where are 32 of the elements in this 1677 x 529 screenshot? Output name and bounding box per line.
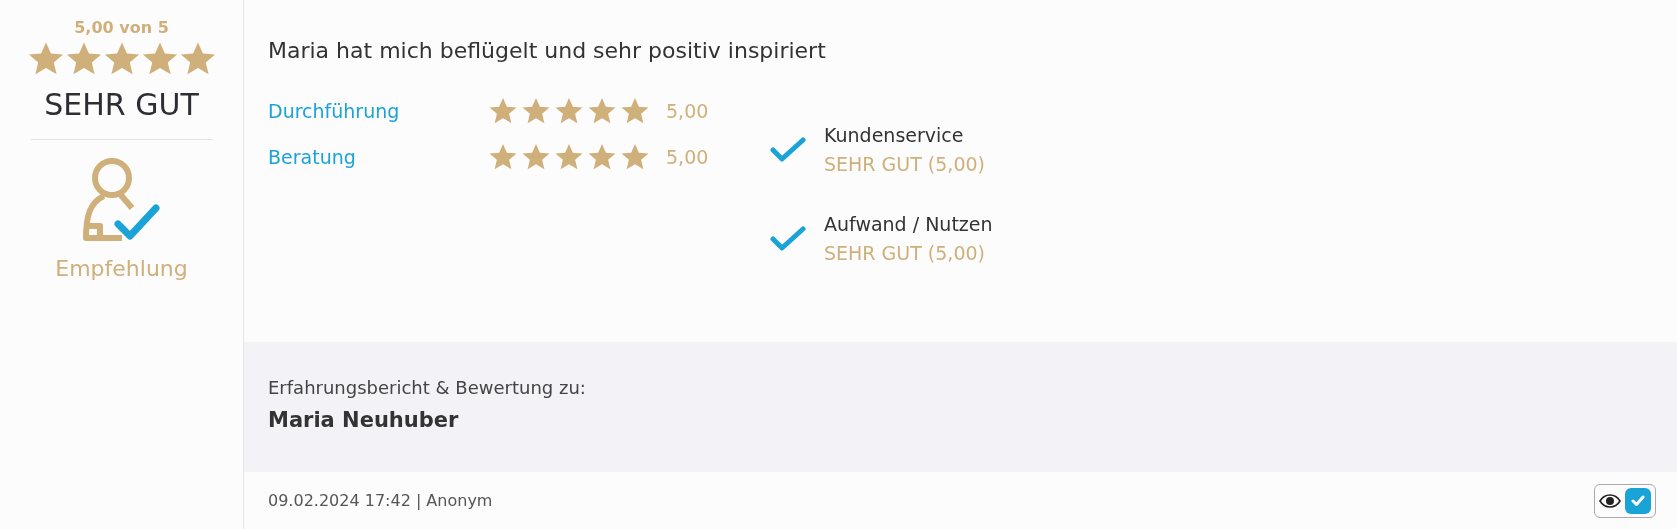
subject-caption: Erfahrungsbericht & Bewertung zu:	[268, 376, 587, 400]
check-icon	[770, 135, 806, 164]
star-icon	[488, 96, 518, 126]
verdict-text: SEHR GUT	[44, 86, 199, 124]
star-icon	[521, 96, 551, 126]
subject-name: Maria Neuhuber	[268, 407, 460, 434]
eye-icon	[1599, 493, 1621, 508]
criterion-label: Durchführung	[268, 98, 401, 124]
visibility-control[interactable]	[1594, 483, 1656, 518]
star-icon	[554, 96, 584, 126]
review-meta: 09.02.2024 17:42 | Anonym	[268, 489, 493, 512]
criterion-score: 5,00	[666, 98, 709, 124]
recommendation-icon	[81, 156, 162, 244]
star-icon	[488, 142, 518, 172]
star-icon	[620, 96, 650, 126]
aspect-label: Aufwand / Nutzen	[824, 212, 993, 237]
check-icon	[1631, 494, 1645, 507]
aspect-verdict: SEHR GUT (5,00)	[824, 240, 986, 266]
review-title: Maria hat mich beflügelt und sehr positiv inspiriert	[268, 37, 827, 65]
aspect-label: Kundenservice	[824, 123, 965, 148]
star-icon	[587, 142, 617, 172]
aspect-verdict: SEHR GUT (5,00)	[824, 151, 985, 177]
star-icon	[554, 142, 584, 172]
star-icon	[521, 142, 551, 172]
criterion-score: 5,00	[666, 144, 709, 170]
star-icon	[620, 142, 650, 172]
star-icon	[587, 96, 617, 126]
criterion-label: Beratung	[268, 144, 357, 170]
score-text: 5,00 von 5	[74, 17, 169, 39]
check-icon	[770, 224, 806, 253]
recommendation-label: Empfehlung	[55, 255, 188, 283]
approved-checkbox[interactable]	[1625, 487, 1651, 514]
